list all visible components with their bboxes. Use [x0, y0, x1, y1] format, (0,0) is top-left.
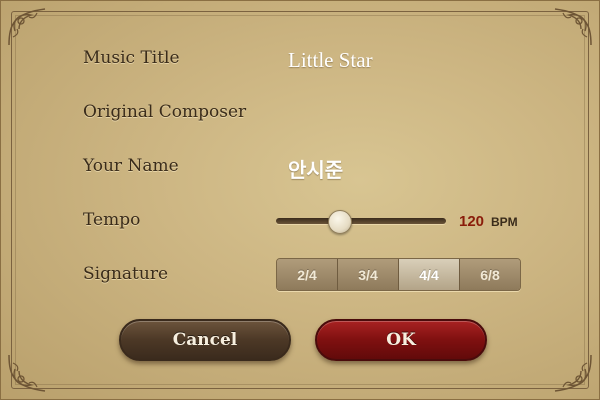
tempo-slider[interactable] — [276, 210, 446, 234]
corner-ornament-icon — [554, 354, 592, 392]
music-title-field[interactable]: Little Star — [288, 48, 373, 73]
tempo-value: 120 — [459, 213, 485, 230]
your-name-label: Your Name — [83, 156, 179, 176]
original-composer-label: Original Composer — [83, 102, 247, 122]
tempo-label: Tempo — [83, 210, 141, 230]
signature-segmented-control[interactable]: 2/4 3/4 4/4 6/8 — [276, 258, 521, 291]
corner-ornament-icon — [554, 8, 592, 46]
settings-dialog: Music Title Little Star Original Compose… — [0, 0, 600, 400]
cancel-button[interactable]: Cancel — [119, 319, 291, 361]
signature-option-3-4[interactable]: 3/4 — [337, 259, 398, 290]
original-composer-field[interactable] — [288, 102, 518, 126]
tempo-slider-thumb[interactable] — [327, 210, 352, 234]
ok-button[interactable]: OK — [315, 319, 487, 361]
signature-option-4-4[interactable]: 4/4 — [398, 259, 459, 290]
tempo-slider-track[interactable] — [276, 218, 446, 224]
signature-option-2-4[interactable]: 2/4 — [277, 259, 337, 290]
tempo-unit: BPM — [491, 215, 518, 229]
music-title-label: Music Title — [83, 48, 180, 68]
your-name-field[interactable]: 안시준 — [288, 154, 343, 183]
corner-ornament-icon — [8, 8, 46, 46]
corner-ornament-icon — [8, 354, 46, 392]
signature-label: Signature — [83, 264, 169, 284]
signature-option-6-8[interactable]: 6/8 — [459, 259, 520, 290]
